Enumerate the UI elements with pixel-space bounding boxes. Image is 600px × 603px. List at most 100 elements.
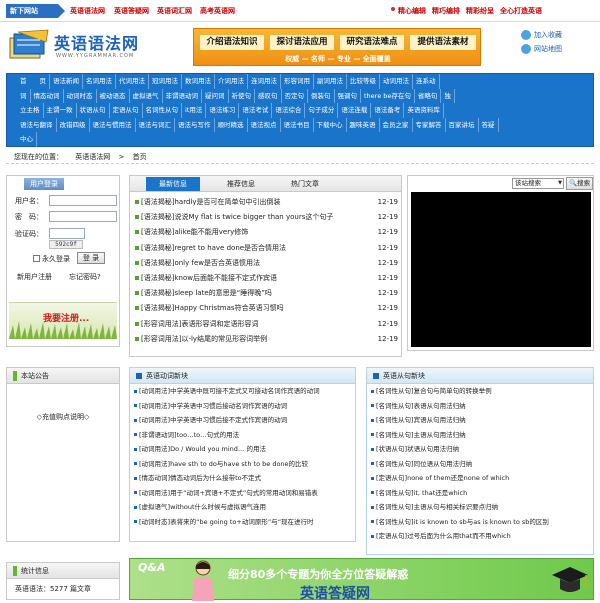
news-item-title[interactable]: [语法揭秘]sleep late的意思是“睡得晚”吗 <box>141 289 272 297</box>
clauses-item[interactable]: [名词性从句]主语从句与相关标识要点归纳 <box>367 500 593 515</box>
verbs-item-title[interactable]: [动词用法]中学英语中习惯后接动名词作宾语的动词 <box>139 402 287 410</box>
banner-item-intro[interactable]: 介绍语法知识 <box>200 35 264 50</box>
nav-item[interactable]: 答疑 <box>479 117 499 132</box>
news-item-title[interactable]: [语法揭秘]Happy Christmas符合英语习惯吗 <box>141 304 284 312</box>
nav-item[interactable]: 立主格 <box>17 103 44 118</box>
nav-item[interactable]: 词 <box>17 88 31 103</box>
verbs-item[interactable]: [动词用法]中学英语中既可接不定式又可接动名词作宾语的动词 <box>130 384 355 399</box>
captcha-field[interactable] <box>49 228 85 239</box>
news-item[interactable]: [语法揭秘]know后面能不能接不定式作宾语 12-19 <box>135 271 398 286</box>
clauses-item[interactable]: [名词性从句]同位语从句用法归纳 <box>367 457 593 472</box>
login-button[interactable]: 登 录 <box>77 252 105 264</box>
clauses-item-title[interactable]: [定语从句]过号后面为什么用that而不用which <box>376 532 511 540</box>
nav-item[interactable]: 英语资料库 <box>404 103 444 118</box>
verbs-item-title[interactable]: [动词用法]用于“动词+宾语+不定式”句式的常用动词和易错表 <box>139 489 318 497</box>
news-item[interactable]: [形容词用法]以-ly结尾的常见形容词举例 12-19 <box>135 332 398 347</box>
captcha-image[interactable]: 592c9f <box>49 240 83 249</box>
nav-item[interactable]: 专家解答 <box>413 117 446 132</box>
nav-item[interactable]: 介词用法 <box>215 74 248 89</box>
nav-item[interactable]: 定语从句 <box>110 103 143 118</box>
news-item-title[interactable]: [语法揭秘]hardly是否可在简单句中引出倒装 <box>141 198 280 206</box>
verbs-item[interactable]: [动词用法]中学英语中习惯后接不定式作宾语的动词 <box>130 413 355 428</box>
nav-item[interactable]: 数词用法 <box>182 74 215 89</box>
nav-item[interactable]: 副词用法 <box>314 74 347 89</box>
notice-text[interactable]: ◇充值购点说明◇ <box>7 412 119 422</box>
news-item[interactable]: [语法揭秘]说说My flat is twice bigger than you… <box>135 210 398 225</box>
toplink-grammar[interactable]: 英语语法网 <box>70 6 105 16</box>
nav-item[interactable]: 状语从句 <box>77 103 110 118</box>
nav-item[interactable]: 语法备考 <box>371 103 405 118</box>
nav-item[interactable]: 名词用法 <box>83 74 116 89</box>
nav-item[interactable]: 百家讲坛 <box>446 117 479 132</box>
nav-item[interactable]: 否定句 <box>282 88 308 103</box>
news-item[interactable]: [语法揭秘]hardly是否可在简单句中引出倒装 12-19 <box>135 195 398 210</box>
nav-item[interactable]: 虚拟语气 <box>130 88 163 103</box>
nav-item[interactable]: 疑问词 <box>202 88 229 103</box>
nav-item[interactable]: 省略句 <box>415 88 442 103</box>
news-item-title[interactable]: [语法揭秘]说说My flat is twice bigger than you… <box>141 213 333 221</box>
clauses-item[interactable]: [名词性从句]复合句与简单句的转换举例 <box>367 384 593 399</box>
register-link[interactable]: 新用户注册 <box>17 272 52 282</box>
password-field[interactable] <box>49 211 117 222</box>
news-item-title[interactable]: [形容词用法]以-ly结尾的常见形容词举例 <box>141 335 267 343</box>
nav-item[interactable]: 情态动词 <box>31 88 64 103</box>
verbs-item-title[interactable]: [动词用法]Do / Would you mind… 的用法 <box>139 445 266 453</box>
clauses-item[interactable]: [定语从句]none of them还是none of which <box>367 471 593 486</box>
verbs-item-title[interactable]: [非谓语动词]too…to…句式的用法 <box>139 431 239 439</box>
nav-item[interactable]: 被动语态 <box>97 88 130 103</box>
clauses-item[interactable]: [定语从句]过号后面为什么用that而不用which <box>367 529 593 544</box>
clauses-item-title[interactable]: [名词性从句]复合句与简单句的转换举例 <box>376 387 492 395</box>
clauses-item-title[interactable]: [名词性从句]同位语从句用法归纳 <box>376 460 472 468</box>
nav-item[interactable]: 语法与惯用法 <box>90 117 136 132</box>
clauses-item-title[interactable]: [名词性从句]主语从句用法归纳 <box>376 431 466 439</box>
forgot-password-link[interactable]: 忘记密码? <box>69 272 101 282</box>
register-promo-text[interactable]: 我要注册... <box>43 311 89 324</box>
toplink-qa[interactable]: 英语答疑网 <box>114 6 149 16</box>
news-item-title[interactable]: [语法揭秘]regret to have done是否合情用法 <box>141 244 286 252</box>
clauses-item-title[interactable]: [名词性从句]主语从句与相关标识要点归纳 <box>376 503 498 511</box>
nav-item[interactable]: 语法练习 <box>206 103 240 118</box>
nav-item[interactable]: 语法与词汇 <box>136 117 175 132</box>
toplink-gaokao[interactable]: 高考英语网 <box>200 6 235 16</box>
clauses-item-title[interactable]: [名词性从句]宾语从句用法归纳 <box>376 416 466 424</box>
verbs-item-title[interactable]: [动词时态]表将来的“be going to+动词原形”与“现在进行时 <box>139 518 314 526</box>
nav-item[interactable]: 顺时精选 <box>215 117 248 132</box>
clauses-item[interactable]: [名词性从句]主语从句用法归纳 <box>367 428 593 443</box>
nav-item[interactable]: 动词用法 <box>380 74 413 89</box>
breadcrumb-site[interactable]: 英语语法网 <box>75 153 110 161</box>
tab-recommended[interactable]: 推荐信息 <box>214 177 268 191</box>
nav-item[interactable]: 语法视点 <box>248 117 281 132</box>
logo-title[interactable]: 英语语法网 <box>54 30 139 54</box>
sitemap-link[interactable]: 网站地图 <box>534 44 562 54</box>
nav-item[interactable]: 首 页 <box>17 74 50 89</box>
news-item-title[interactable]: [语法揭秘]alike能不能用very修饰 <box>141 228 248 236</box>
verbs-item-title[interactable]: [动词用法]中学英语中既可接不定式又可接动名词作宾语的动词 <box>139 387 320 395</box>
nav-item[interactable]: 连词用法 <box>248 74 281 89</box>
nav-item[interactable]: it用法 <box>182 103 207 118</box>
nav-item[interactable]: 中心 <box>17 132 37 147</box>
nav-item[interactable]: 连系动 <box>413 74 440 89</box>
add-favorite-link[interactable]: 加入收藏 <box>534 30 562 40</box>
clauses-item-title[interactable]: [定语从句]none of them还是none of which <box>376 474 509 482</box>
nav-item[interactable]: 祈使句 <box>229 88 255 103</box>
nav-item[interactable]: 代词用法 <box>116 74 149 89</box>
verbs-item-title[interactable]: [动词用法]have sth to do与have sth to be done… <box>139 460 308 468</box>
header-banner[interactable]: 介绍语法知识 探讨语法应用 研究语法难点 提供语法素材 权威 — 名师 — 专业… <box>193 28 481 66</box>
nav-item[interactable]: 冠词用法 <box>149 74 182 89</box>
search-scope-select[interactable]: 该站搜索 ▼ <box>512 178 564 189</box>
nav-item[interactable]: 比较等级 <box>347 74 380 89</box>
news-item-title[interactable]: [形容词用法]表语形容词和定语形容词 <box>141 320 258 328</box>
search-button[interactable]: 🔍搜索 <box>566 177 593 190</box>
news-item[interactable]: [语法揭秘]regret to have done是否合情用法 12-19 <box>135 241 398 256</box>
tab-latest[interactable]: 最新信息 <box>146 177 200 191</box>
nav-item[interactable]: 动词时态 <box>64 88 97 103</box>
nav-item[interactable]: 强调句 <box>335 88 361 103</box>
news-item[interactable]: [语法揭秘]sleep late的意思是“睡得晚”吗 12-19 <box>135 286 398 301</box>
nav-item[interactable]: 主谓一致 <box>44 103 77 118</box>
nav-item[interactable]: 独 <box>441 88 455 103</box>
nav-item[interactable]: 语法与翻译 <box>17 117 57 132</box>
news-item-title[interactable]: [语法揭秘]only few是否合英语惯用法 <box>141 259 260 267</box>
nav-item[interactable]: 语法与写作 <box>175 117 215 132</box>
verbs-item[interactable]: [非谓语动词]too…to…句式的用法 <box>130 428 355 443</box>
verbs-item[interactable]: [虚拟语气]without什么时候与虚拟语气连用 <box>130 500 355 515</box>
